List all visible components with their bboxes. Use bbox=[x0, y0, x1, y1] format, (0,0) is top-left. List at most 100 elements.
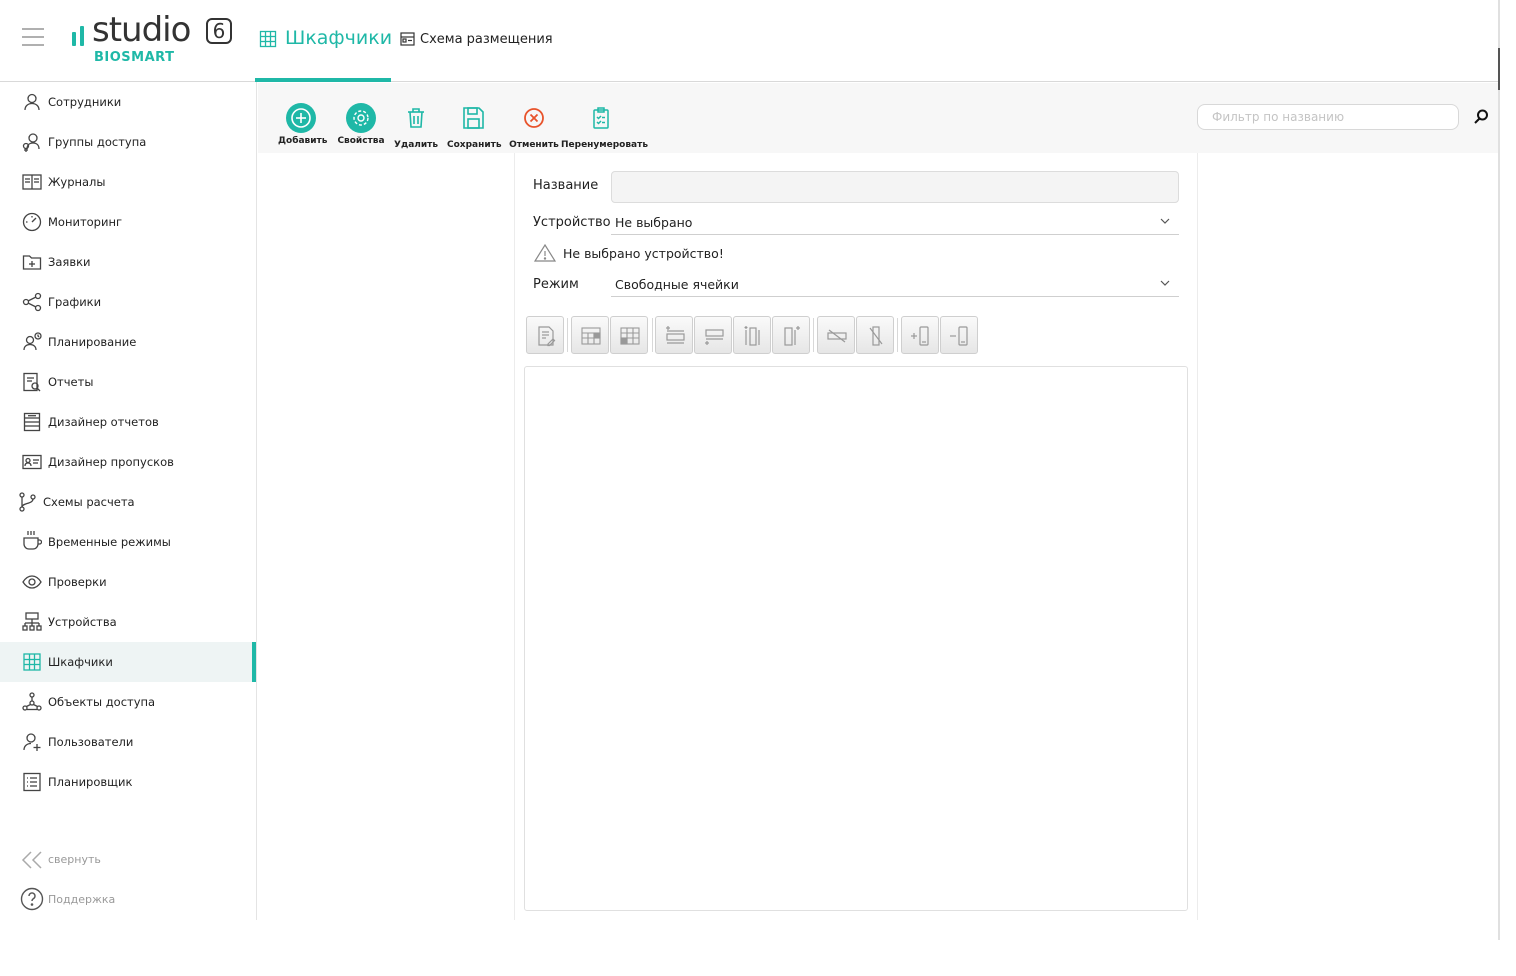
double-chevron-left-icon bbox=[21, 851, 42, 869]
sidebar-item-access-objects[interactable]: Объекты доступа bbox=[0, 682, 256, 722]
cancel-icon bbox=[524, 108, 544, 128]
sidebar-item-label: Сотрудники bbox=[48, 95, 122, 109]
sidebar-item-requests[interactable]: Заявки bbox=[0, 242, 256, 282]
toolbar-separator bbox=[567, 318, 568, 352]
tab-lockers-label: Шкафчики bbox=[285, 27, 393, 49]
gauge-icon bbox=[22, 212, 42, 232]
edit-document-icon bbox=[538, 326, 556, 347]
sidebar-item-label: Отчеты bbox=[48, 375, 94, 389]
sidebar-collapse[interactable]: свернуть bbox=[0, 840, 256, 880]
window-edge-handle bbox=[1498, 48, 1500, 90]
sidebar-item-schedules[interactable]: Графики bbox=[0, 282, 256, 322]
mode-select-value: Свободные ячейки bbox=[615, 277, 739, 292]
scheme-icon bbox=[400, 32, 415, 46]
chevron-down-icon bbox=[1160, 218, 1170, 224]
save-button[interactable]: Сохранить bbox=[447, 103, 502, 150]
delete-button-label: Удалить bbox=[394, 140, 439, 150]
decrease-size-button[interactable] bbox=[940, 316, 978, 354]
sidebar-item-label: Мониторинг bbox=[48, 215, 123, 229]
cancel-button[interactable]: Отменить bbox=[508, 103, 560, 150]
split-cells-button[interactable] bbox=[610, 316, 648, 354]
sidebar-item-label: Планировщик bbox=[48, 775, 133, 789]
network-icon bbox=[22, 612, 42, 631]
report-designer-icon bbox=[23, 412, 41, 432]
sidebar-item-calc-schemes[interactable]: Схемы расчета bbox=[0, 482, 256, 522]
grid-split-icon bbox=[620, 327, 640, 345]
properties-button[interactable]: Свойства bbox=[337, 103, 385, 149]
delete-column-button[interactable] bbox=[856, 316, 894, 354]
sidebar-item-label: Устройства bbox=[48, 615, 117, 629]
insert-row-below-button[interactable] bbox=[694, 316, 732, 354]
name-input[interactable] bbox=[611, 171, 1179, 203]
sidebar-item-label: Заявки bbox=[48, 255, 91, 269]
branch-icon bbox=[19, 492, 36, 512]
merge-cells-button[interactable] bbox=[571, 316, 609, 354]
sidebar-item-report-designer[interactable]: Дизайнер отчетов bbox=[0, 402, 256, 442]
menu-icon[interactable] bbox=[22, 28, 44, 48]
book-icon bbox=[22, 174, 42, 190]
group-icon bbox=[22, 133, 40, 152]
warning-icon bbox=[533, 243, 557, 262]
id-card-icon bbox=[22, 454, 42, 470]
delete-button[interactable]: Удалить bbox=[394, 103, 439, 150]
sidebar-item-reports[interactable]: Отчеты bbox=[0, 362, 256, 402]
device-label: Устройство bbox=[533, 215, 611, 230]
increase-size-button[interactable] bbox=[901, 316, 939, 354]
trash-icon bbox=[408, 108, 424, 128]
sidebar-item-devices[interactable]: Устройства bbox=[0, 602, 256, 642]
lockers-icon bbox=[23, 653, 41, 671]
sidebar-item-users[interactable]: Пользователи bbox=[0, 722, 256, 762]
sidebar-item-scheduler[interactable]: Планировщик bbox=[0, 762, 256, 802]
report-search-icon bbox=[23, 372, 41, 392]
tab-placement-scheme-label: Схема размещения bbox=[420, 32, 553, 47]
eye-icon bbox=[22, 575, 42, 589]
sidebar-item-lockers[interactable]: Шкафчики bbox=[0, 642, 256, 682]
sidebar-item-label: Шкафчики bbox=[48, 655, 113, 669]
sidebar-support[interactable]: Поддержка bbox=[0, 880, 256, 920]
top-header: studio 6 BIOSMART Шкафчики Схема размеще… bbox=[0, 0, 1500, 82]
delete-row-button[interactable] bbox=[817, 316, 855, 354]
name-label: Название bbox=[533, 178, 599, 193]
sidebar-item-checks[interactable]: Проверки bbox=[0, 562, 256, 602]
row-insert-above-icon bbox=[666, 326, 685, 344]
insert-column-right-button[interactable] bbox=[772, 316, 810, 354]
sidebar-item-monitoring[interactable]: Мониторинг bbox=[0, 202, 256, 242]
renumber-button[interactable]: Перенумеровать bbox=[561, 103, 648, 150]
chevron-down-icon bbox=[1160, 280, 1170, 286]
sidebar-item-pass-designer[interactable]: Дизайнер пропусков bbox=[0, 442, 256, 482]
edit-cell-button[interactable] bbox=[526, 316, 564, 354]
sidebar-item-label: Проверки bbox=[48, 575, 107, 589]
sidebar-item-label: Графики bbox=[48, 295, 102, 309]
logo-version: 6 bbox=[206, 18, 232, 44]
objects-icon bbox=[22, 692, 42, 711]
sidebar-item-employees[interactable]: Сотрудники bbox=[0, 82, 256, 122]
sidebar: Сотрудники Группы доступа Журналы Монито… bbox=[0, 82, 257, 920]
properties-button-label: Свойства bbox=[337, 136, 385, 146]
warning-text: Не выбрано устройство! bbox=[563, 246, 724, 261]
list-icon bbox=[23, 772, 41, 792]
sidebar-item-label: Дизайнер отчетов bbox=[48, 415, 159, 429]
sidebar-item-label: Схемы расчета bbox=[43, 495, 135, 509]
insert-column-left-button[interactable] bbox=[733, 316, 771, 354]
insert-row-above-button[interactable] bbox=[655, 316, 693, 354]
device-select[interactable]: Не выбрано bbox=[611, 211, 1179, 235]
sidebar-item-planning[interactable]: Планирование bbox=[0, 322, 256, 362]
row-delete-icon bbox=[827, 329, 847, 343]
add-button[interactable]: Добавить bbox=[278, 103, 328, 149]
lockers-icon bbox=[259, 30, 277, 48]
sidebar-item-journals[interactable]: Журналы bbox=[0, 162, 256, 202]
locker-layout-canvas[interactable] bbox=[524, 366, 1188, 911]
logo-text: studio bbox=[92, 10, 191, 50]
filter-input[interactable] bbox=[1197, 104, 1459, 130]
gear-icon bbox=[346, 103, 376, 133]
sidebar-item-time-modes[interactable]: Временные режимы bbox=[0, 522, 256, 562]
share-icon bbox=[22, 292, 42, 312]
sidebar-item-access-groups[interactable]: Группы доступа bbox=[0, 122, 256, 162]
cancel-button-label: Отменить bbox=[509, 140, 559, 150]
column-delete-icon bbox=[869, 326, 883, 346]
add-button-label: Добавить bbox=[278, 136, 328, 146]
tab-lockers[interactable]: Шкафчики bbox=[255, 0, 393, 82]
mode-select[interactable]: Свободные ячейки bbox=[611, 273, 1179, 297]
toolbar-separator bbox=[813, 318, 814, 352]
search-icon[interactable] bbox=[1472, 108, 1490, 126]
